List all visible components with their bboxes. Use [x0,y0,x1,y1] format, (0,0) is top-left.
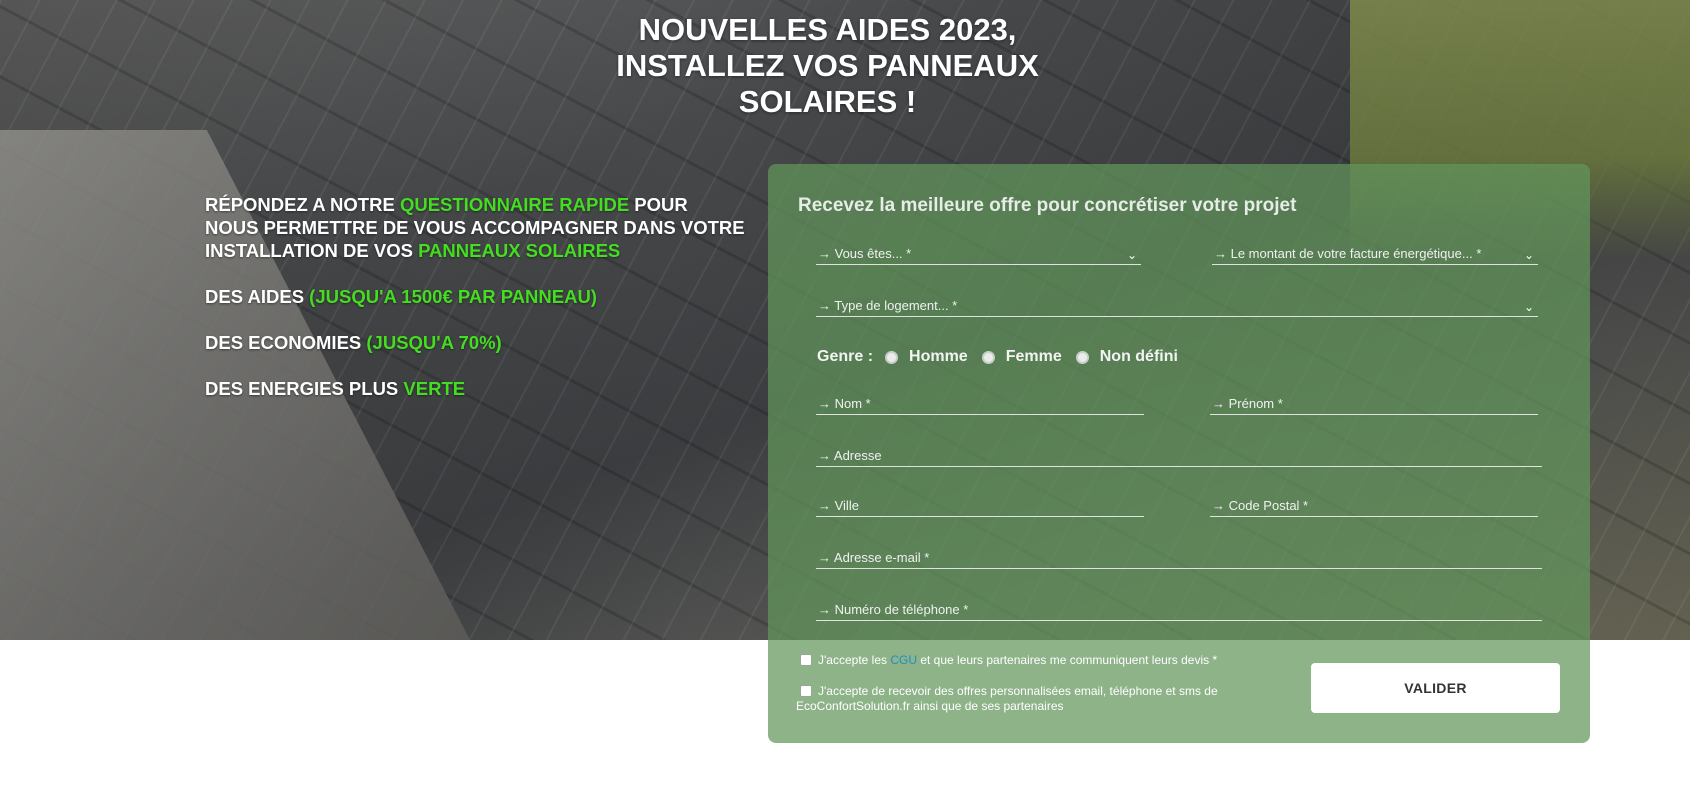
email-input[interactable]: → Adresse e-mail * [816,549,1542,569]
code-postal-input[interactable]: → Code Postal * [1210,497,1538,517]
radio-circle-icon[interactable] [1075,350,1089,364]
pitch-highlight: (JUSQU'A 1500€ PAR PANNEAU) [309,286,597,307]
pitch-text: DES ENERGIES PLUS [205,378,404,399]
cgu-checkbox[interactable] [800,654,812,666]
radio-label: Non défini [1099,348,1178,365]
consent-offres: J'accepte de recevoir des offres personn… [796,684,1276,714]
pitch-energies: DES ENERGIES PLUS VERTE [205,377,745,400]
radio-label: Homme [909,348,968,365]
radio-homme[interactable]: Homme [885,348,968,366]
radio-femme[interactable]: Femme [981,348,1062,366]
pitch-intro: RÉPONDEZ A NOTRE QUESTIONNAIRE RAPIDE PO… [205,193,745,262]
valider-button[interactable]: VALIDER [1311,663,1560,713]
pitch-aides: DES AIDES (JUSQU'A 1500€ PAR PANNEAU) [205,285,745,308]
logement-select[interactable]: → Type de logement... * ⌄ [816,297,1538,317]
pitch-text: DES ECONOMIES [205,332,367,353]
hero-title: NOUVELLES AIDES 2023, INSTALLEZ VOS PANN… [560,12,1095,120]
hero-title-line: SOLAIRES ! [738,84,917,119]
hero-title-line: NOUVELLES AIDES 2023, [638,12,1017,47]
adresse-input[interactable]: → Adresse [816,447,1542,467]
chevron-down-icon: ⌄ [1523,248,1534,262]
radio-label: Femme [1005,348,1062,365]
radio-circle-icon[interactable] [981,350,995,364]
pitch-economies: DES ECONOMIES (JUSQU'A 70%) [205,331,745,354]
select-placeholder: → Type de logement... * [818,298,958,313]
telephone-input[interactable]: → Numéro de téléphone * [816,601,1542,621]
vous-etes-select[interactable]: → Vous êtes... * ⌄ [816,245,1141,265]
ville-input[interactable]: → Ville [816,497,1144,517]
pitch-block: RÉPONDEZ A NOTRE QUESTIONNAIRE RAPIDE PO… [205,193,745,423]
cgu-link[interactable]: CGU [890,653,917,667]
pitch-highlight: QUESTIONNAIRE RAPIDE [399,194,630,215]
pitch-text: DES AIDES [205,286,310,307]
select-placeholder: → Vous êtes... * [818,246,912,261]
pitch-highlight: PANNEAUX SOLAIRES [418,240,621,261]
form-title: Recevez la meilleure offre pour concréti… [798,195,1297,216]
chevron-down-icon: ⌄ [1523,300,1534,314]
pitch-text: RÉPONDEZ A NOTRE [205,194,400,215]
facture-select[interactable]: → Le montant de votre facture énergétiqu… [1212,245,1538,265]
consent-text: J'accepte les [818,653,891,667]
select-placeholder: → Le montant de votre facture énergétiqu… [1214,246,1482,261]
genre-radio-group: Genre : Homme Femme Non défini [817,348,1192,366]
radio-circle-icon[interactable] [885,350,899,364]
consent-cgu: J'accepte les CGU et que leurs partenair… [800,653,1280,668]
nom-input[interactable]: → Nom * [816,395,1144,415]
lead-form: Recevez la meilleure offre pour concréti… [768,164,1590,743]
radio-non-defini[interactable]: Non défini [1075,348,1178,366]
consent-text: J'accepte de recevoir des offres personn… [796,684,1218,713]
chevron-down-icon: ⌄ [1126,248,1137,262]
landing-page: NOUVELLES AIDES 2023, INSTALLEZ VOS PANN… [0,0,1690,785]
consent-text: et que leurs partenaires me communiquent… [917,653,1218,667]
pitch-highlight: (JUSQU'A 70%) [366,332,502,353]
offres-checkbox[interactable] [800,685,812,697]
genre-label: Genre : [817,348,874,365]
hero-title-line: INSTALLEZ VOS PANNEAUX [616,48,1039,83]
prenom-input[interactable]: → Prénom * [1210,395,1538,415]
pitch-highlight: VERTE [403,378,466,399]
